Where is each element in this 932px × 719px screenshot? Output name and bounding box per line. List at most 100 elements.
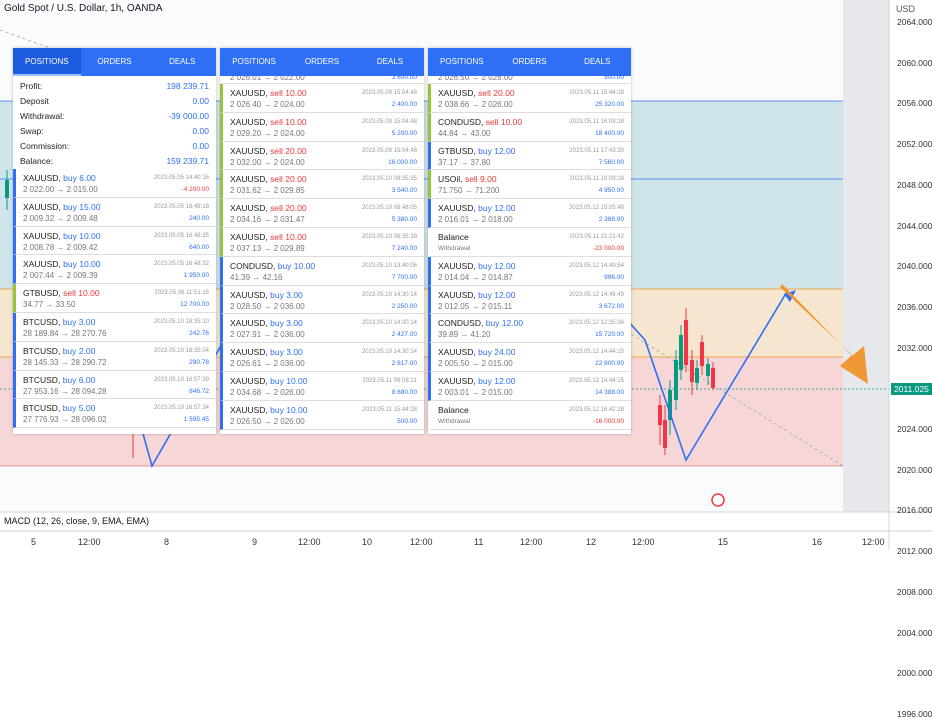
trade-panel-2: POSITIONS ORDERS DEALS 2 026.01 → 2 022.00 3… [220, 48, 424, 434]
row-detail: 2 012.05 → 2 015.11 3 672.00 [438, 301, 624, 312]
trade-row[interactable]: XAUUSD, buy 10.00 2023.05.11 09:08:21 2 03… [220, 371, 424, 401]
summary-value: 159 239.71 [166, 156, 209, 166]
trade-row[interactable]: XAUUSD, sell 20.00 2023.05.09 15:04:48 2 0… [220, 141, 424, 171]
trade-profit: 16 000.00 [388, 158, 417, 166]
trade-row[interactable]: XAUUSD, buy 10.00 2023.05.05 16:48:25 2 00… [13, 226, 216, 256]
trade-row[interactable]: XAUUSD, buy 3.00 2023.05.10 14:30:14 2 028… [220, 285, 424, 315]
trade-price: 39.89 → 41.20 [438, 330, 491, 340]
trade-direction: sell 10.00 [63, 288, 100, 299]
trade-panel-3: POSITIONS ORDERS DEALS 2 026.50 → 2 026.00 5… [428, 48, 631, 434]
trade-profit: 2 400.00 [391, 101, 417, 108]
trade-row[interactable]: CONDUSD, sell 10.00 2023.05.11 16:08:18 44… [428, 112, 631, 142]
tab-positions[interactable]: POSITIONS [220, 48, 288, 76]
trade-direction: sell 9.00 [464, 174, 497, 185]
trade-row[interactable]: XAUUSD, buy 12.00 2023.05.12 14:49:49 2 01… [428, 285, 631, 315]
trade-price: 2 026.01 → 2 022.00 [230, 76, 305, 82]
trade-row[interactable]: GTBUSD, buy 12.00 2023.05.11 17:43:30 37.1… [428, 141, 631, 171]
tab-orders[interactable]: ORDERS [288, 48, 356, 76]
row-header: XAUUSD, sell 20.00 2023.05.10 08:35:35 [230, 174, 417, 185]
trade-row[interactable]: BTCUSD, buy 3.00 2023.05.10 18:35:10 28 18… [13, 312, 216, 342]
trade-price: 2 009.32 → 2 009.48 [23, 213, 98, 223]
row-title: XAUUSD, buy 6.00 [23, 173, 96, 184]
trade-date: 2023.05.06 11:51:15 [154, 290, 209, 297]
trade-date: 2023.05.11 19:09:18 [569, 176, 624, 183]
trade-row[interactable]: XAUUSD, sell 20.00 2023.05.10 08:35:35 2 0… [220, 170, 424, 200]
panel-tabs: POSITIONS ORDERS DEALS [13, 48, 216, 76]
trade-direction: buy 12.00 [478, 145, 516, 156]
trade-row[interactable]: XAUUSD, sell 10.00 2023.05.10 08:35:39 2 0… [220, 227, 424, 257]
summary-row: Deposit 0.00 [20, 94, 209, 109]
trade-date: 2023.05.10 08:35:35 [361, 176, 417, 183]
tab-positions[interactable]: POSITIONS [13, 48, 81, 76]
trade-profit: 242.76 [189, 329, 209, 337]
tab-deals[interactable]: DEALS [563, 48, 631, 76]
trade-date: 2023.05.10 14:30:14 [361, 349, 417, 356]
price-axis-label: 2004.000 [897, 627, 932, 638]
trade-date: 2023.05.10 08:35:39 [361, 233, 417, 240]
trade-date: 2023.05.11 21:21:42 [569, 233, 624, 240]
trade-row[interactable]: XAUUSD, buy 3.00 2023.05.10 14:30:14 2 026… [220, 343, 424, 372]
row-detail: Withdrawal -23 000.00 [438, 243, 624, 254]
trade-row[interactable]: XAUUSD, buy 24.00 2023.05.12 14:44:15 2 00… [428, 343, 631, 372]
trade-row[interactable]: XAUUSD, buy 15.00 2023.05.05 16:48:18 2 00… [13, 197, 216, 227]
trade-row[interactable]: XAUUSD, sell 20.00 2023.05.10 08:48:05 2 0… [220, 199, 424, 228]
trade-row[interactable]: XAUUSD, buy 12.00 2023.05.12 14:44:15 2 00… [428, 371, 631, 401]
summary-label: Profit: [20, 81, 43, 91]
row-header: CONDUSD, buy 12.00 2023.05.12 12:35:36 [438, 318, 624, 329]
trade-price: 2 026.50 → 2 026.00 [230, 416, 305, 426]
trade-date: 2023.05.10 13:40:06 [361, 262, 417, 269]
price-axis-label: 2008.000 [897, 586, 932, 597]
trade-row[interactable]: XAUUSD, buy 12.00 2023.05.12 15:05:48 2 01… [428, 199, 631, 228]
trade-profit: 2 250.00 [391, 302, 417, 310]
row-header: XAUUSD, sell 20.00 2023.05.09 15:04:48 [230, 146, 417, 157]
row-title: XAUUSD, buy 15.00 [23, 202, 101, 213]
trade-symbol: XAUUSD, [230, 404, 268, 415]
summary-row: Swap: 0.00 [20, 124, 209, 139]
tab-deals[interactable]: DEALS [148, 48, 216, 76]
trade-direction: buy 10.00 [270, 375, 308, 386]
row-detail: 71.750 → 71.200 4 950.00 [438, 185, 624, 196]
summary-value: 0.00 [192, 141, 209, 151]
trade-row[interactable]: XAUUSD, sell 10.00 2023.05.09 15:04:48 2 0… [220, 112, 424, 142]
trade-row[interactable]: Balance 2023.05.11 21:21:42 Withdrawal -23… [428, 228, 631, 257]
row-title: XAUUSD, buy 3.00 [230, 347, 303, 358]
trade-row[interactable]: XAUUSD, buy 10.00 2023.05.11 15:44:28 2 02… [220, 400, 424, 430]
row-title: XAUUSD, buy 3.00 [230, 290, 303, 301]
trade-row[interactable]: CONDUSD, buy 10.00 2023.05.10 13:40:06 41.… [220, 256, 424, 286]
trade-row[interactable]: XAUUSD, buy 6.00 2023.05.05 14:40:16 2 022… [13, 169, 216, 198]
summary-row: Profit: 198 239.71 [20, 79, 209, 94]
trade-row[interactable]: XAUUSD, sell 10.00 2023.05.09 15:04:48 2 0… [220, 84, 424, 113]
trade-row[interactable]: CONDUSD, buy 12.00 2023.05.12 12:35:36 39.… [428, 314, 631, 344]
trade-price: 2 026.40 → 2 024.00 [230, 100, 305, 109]
trade-price: 2 003.01 → 2 015.00 [438, 387, 513, 397]
row-header: XAUUSD, buy 10.00 2023.05.11 15:44:28 [230, 405, 417, 416]
chart-title: Gold Spot / U.S. Dollar, 1h, OANDA [4, 3, 163, 14]
row-detail: 2 022.00 → 2 015.00 -4 200.00 [23, 184, 209, 195]
trade-row[interactable]: XAUUSD, buy 12.00 2023.05.12 14:49:54 2 01… [428, 256, 631, 286]
row-title: XAUUSD, sell 10.00 [230, 232, 307, 243]
trade-profit: 22 800.00 [595, 360, 624, 368]
trade-row[interactable]: BTCUSD, buy 2.00 2023.05.10 18:35:04 28 14… [13, 341, 216, 371]
row-header: XAUUSD, buy 3.00 2023.05.10 14:30:14 [230, 318, 417, 329]
macd-indicator-label[interactable]: MACD (12, 26, close, 9, EMA, EMA) [4, 516, 149, 526]
tab-orders[interactable]: ORDERS [81, 48, 149, 76]
trade-row[interactable]: XAUUSD, buy 10.00 2023.05.05 16:48:32 2 00… [13, 255, 216, 285]
trade-row[interactable]: Balance 2023.05.12 16:42:28 Withdrawal -16… [428, 401, 631, 430]
trade-row[interactable]: BTCUSD, buy 6.00 2023.05.10 16:57:39 27 95… [13, 370, 216, 400]
trade-price: Withdrawal [438, 417, 471, 425]
row-header: CONDUSD, sell 10.00 2023.05.11 16:08:18 [438, 117, 624, 128]
trade-date: 2023.05.05 16:48:18 [153, 203, 209, 210]
trade-row[interactable]: XAUUSD, sell 20.00 2023.05.11 15:44:28 2 0… [428, 84, 631, 113]
trade-price: 71.750 → 71.200 [438, 186, 500, 196]
tab-deals[interactable]: DEALS [356, 48, 424, 76]
trade-row[interactable]: GTBUSD, sell 10.00 2023.05.06 11:51:15 34.… [13, 284, 216, 313]
tab-orders[interactable]: ORDERS [496, 48, 564, 76]
trade-direction: buy 3.00 [270, 289, 303, 300]
row-detail: 2 031.62 → 2 029.85 3 540.00 [230, 185, 417, 196]
trade-row[interactable]: BTCUSD, buy 5.00 2023.05.10 16:57:34 27 77… [13, 399, 216, 429]
tab-positions[interactable]: POSITIONS [428, 48, 496, 76]
trade-row[interactable]: USOil, sell 9.00 2023.05.11 19:09:18 71.75… [428, 170, 631, 200]
trade-row[interactable]: XAUUSD, buy 3.00 2023.05.10 14:30:14 2 027… [220, 314, 424, 344]
account-summary: Profit: 198 239.71 Deposit 0.00 Withdrawal: -… [13, 76, 216, 169]
trade-symbol: XAUUSD, [230, 116, 268, 127]
